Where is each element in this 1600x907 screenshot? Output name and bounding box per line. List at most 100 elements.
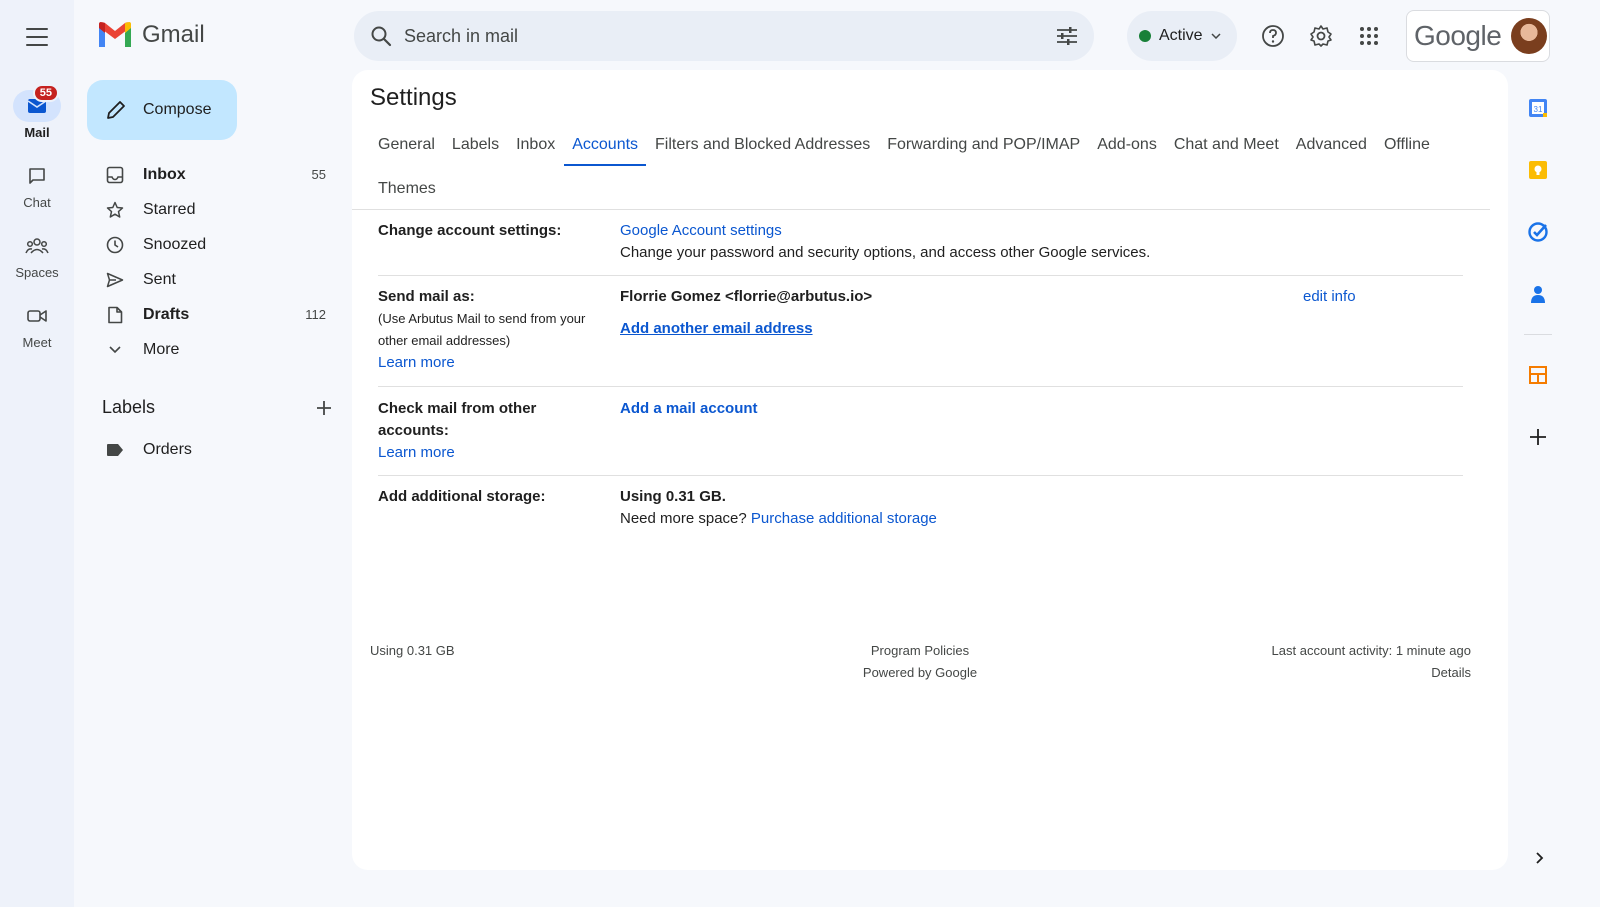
tab-labels[interactable]: Labels bbox=[444, 128, 507, 166]
apps-grid-icon[interactable] bbox=[1353, 20, 1385, 52]
settings-panel: Settings General Labels Inbox Accounts F… bbox=[352, 70, 1508, 870]
edit-info-link[interactable]: edit info bbox=[1303, 286, 1356, 308]
settings-gear-icon[interactable] bbox=[1305, 20, 1337, 52]
tab-advanced[interactable]: Advanced bbox=[1288, 128, 1375, 166]
help-icon[interactable] bbox=[1257, 20, 1289, 52]
pencil-icon bbox=[107, 101, 125, 119]
nav-label: Sent bbox=[143, 270, 176, 288]
chevron-down-icon bbox=[1211, 33, 1221, 39]
add-label-icon[interactable] bbox=[316, 400, 332, 416]
compose-label: Compose bbox=[143, 101, 212, 118]
tab-accounts[interactable]: Accounts bbox=[564, 128, 647, 166]
purchase-storage-link[interactable]: Purchase additional storage bbox=[751, 510, 937, 527]
avatar[interactable] bbox=[1511, 18, 1548, 54]
contacts-icon[interactable] bbox=[1516, 272, 1560, 316]
need-more-text: Need more space? bbox=[620, 510, 747, 527]
google-account-settings-link[interactable]: Google Account settings bbox=[620, 220, 1440, 242]
details-link[interactable]: Details bbox=[1272, 662, 1471, 684]
app-name: Gmail bbox=[142, 21, 205, 48]
chat-icon bbox=[13, 160, 61, 192]
nav-item-starred[interactable]: Starred bbox=[87, 192, 342, 227]
last-activity: Last account activity: 1 minute ago bbox=[1271, 643, 1471, 658]
nav-item-inbox[interactable]: Inbox 55 bbox=[87, 157, 342, 192]
row-value: Florrie Gomez <florrie@arbutus.io> Add a… bbox=[620, 286, 1120, 340]
tab-themes[interactable]: Themes bbox=[370, 172, 444, 210]
nav-label: Starred bbox=[143, 200, 196, 218]
search-icon[interactable] bbox=[370, 25, 392, 47]
divider bbox=[378, 386, 1463, 387]
draft-icon bbox=[105, 305, 125, 325]
label-item-orders[interactable]: Orders bbox=[87, 432, 342, 467]
add-mail-account-link[interactable]: Add a mail account bbox=[620, 398, 1120, 420]
learn-more-link[interactable]: Learn more bbox=[378, 442, 608, 464]
folder-nav: Inbox 55 Starred Snoozed Sent Drafts 112… bbox=[87, 157, 342, 367]
tabs-divider bbox=[352, 209, 1490, 210]
labels-title: Labels bbox=[102, 397, 156, 417]
row-label: Send mail as: (Use Arbutus Mail to send … bbox=[378, 286, 608, 374]
row-value: Google Account settings Change your pass… bbox=[620, 220, 1440, 264]
account-switcher[interactable]: Google bbox=[1406, 10, 1550, 62]
compose-button[interactable]: Compose bbox=[87, 80, 237, 140]
search-bar[interactable] bbox=[354, 11, 1094, 61]
labels-list: Orders bbox=[87, 432, 342, 467]
row-value: Using 0.31 GB. Need more space? Purchase… bbox=[620, 486, 1220, 530]
nav-item-more[interactable]: More bbox=[87, 332, 342, 367]
tasks-icon[interactable] bbox=[1516, 210, 1560, 254]
status-selector[interactable]: Active bbox=[1127, 11, 1237, 61]
rail-label-spaces: Spaces bbox=[15, 265, 59, 280]
program-policies-link[interactable]: Program Policies bbox=[820, 640, 1020, 662]
send-as-help-line-2: other email addresses) bbox=[378, 333, 511, 348]
mail-icon: 55 bbox=[13, 84, 61, 122]
gmail-logo[interactable]: Gmail bbox=[97, 21, 205, 49]
nav-item-snoozed[interactable]: Snoozed bbox=[87, 227, 342, 262]
nav-count: 112 bbox=[305, 307, 326, 322]
divider bbox=[378, 275, 1463, 276]
nav-item-drafts[interactable]: Drafts 112 bbox=[87, 297, 342, 332]
rail-item-spaces[interactable]: Spaces bbox=[0, 230, 74, 280]
storage-upsell: Need more space? Purchase additional sto… bbox=[620, 508, 1220, 530]
nav-label: Inbox bbox=[143, 165, 186, 183]
unread-badge: 55 bbox=[32, 84, 59, 102]
row-label: Add additional storage: bbox=[378, 488, 546, 505]
addon-layout-icon[interactable] bbox=[1516, 353, 1560, 397]
tab-addons[interactable]: Add-ons bbox=[1089, 128, 1165, 166]
labels-header: Labels bbox=[102, 397, 332, 418]
search-options-icon[interactable] bbox=[1056, 26, 1078, 46]
calendar-icon[interactable]: 31 bbox=[1516, 86, 1560, 130]
add-email-address-link[interactable]: Add another email address bbox=[620, 318, 1120, 340]
row-label: Change account settings: bbox=[378, 222, 562, 239]
tab-filters[interactable]: Filters and Blocked Addresses bbox=[647, 128, 878, 166]
add-addon-icon[interactable] bbox=[1516, 415, 1560, 459]
nav-label: More bbox=[143, 340, 180, 358]
side-panel-rail: 31 bbox=[1516, 86, 1560, 477]
spaces-icon bbox=[13, 230, 61, 262]
tab-offline[interactable]: Offline bbox=[1376, 128, 1438, 166]
row-value: Add a mail account bbox=[620, 398, 1120, 420]
status-dot-icon bbox=[1139, 30, 1151, 42]
rail-item-chat[interactable]: Chat bbox=[0, 160, 74, 210]
footer-usage: Using 0.31 GB bbox=[370, 643, 455, 658]
tab-inbox[interactable]: Inbox bbox=[508, 128, 563, 166]
main-menu-button[interactable] bbox=[22, 24, 52, 50]
send-icon bbox=[105, 270, 125, 290]
keep-icon[interactable] bbox=[1516, 148, 1560, 192]
rail-item-meet[interactable]: Meet bbox=[0, 300, 74, 350]
gmail-m-icon bbox=[99, 22, 131, 47]
chevron-down-icon bbox=[105, 340, 125, 360]
divider bbox=[378, 475, 1463, 476]
footer-center: Program Policies Powered by Google bbox=[820, 640, 1020, 684]
rail-item-mail[interactable]: 55 Mail bbox=[0, 84, 74, 140]
rail-label-mail: Mail bbox=[24, 125, 50, 140]
tab-forwarding[interactable]: Forwarding and POP/IMAP bbox=[879, 128, 1088, 166]
label-tag-icon bbox=[105, 440, 125, 460]
check-mail-label-line-2: accounts: bbox=[378, 422, 449, 439]
send-as-label: Send mail as: bbox=[378, 288, 475, 305]
svg-text:31: 31 bbox=[1534, 105, 1543, 114]
learn-more-link[interactable]: Learn more bbox=[378, 352, 608, 374]
tab-chat-meet[interactable]: Chat and Meet bbox=[1166, 128, 1287, 166]
nav-item-sent[interactable]: Sent bbox=[87, 262, 342, 297]
tab-general[interactable]: General bbox=[370, 128, 443, 166]
search-input[interactable] bbox=[404, 25, 1056, 47]
powered-by: Powered by Google bbox=[862, 665, 978, 680]
expand-panel-chevron-icon[interactable] bbox=[1531, 850, 1547, 866]
